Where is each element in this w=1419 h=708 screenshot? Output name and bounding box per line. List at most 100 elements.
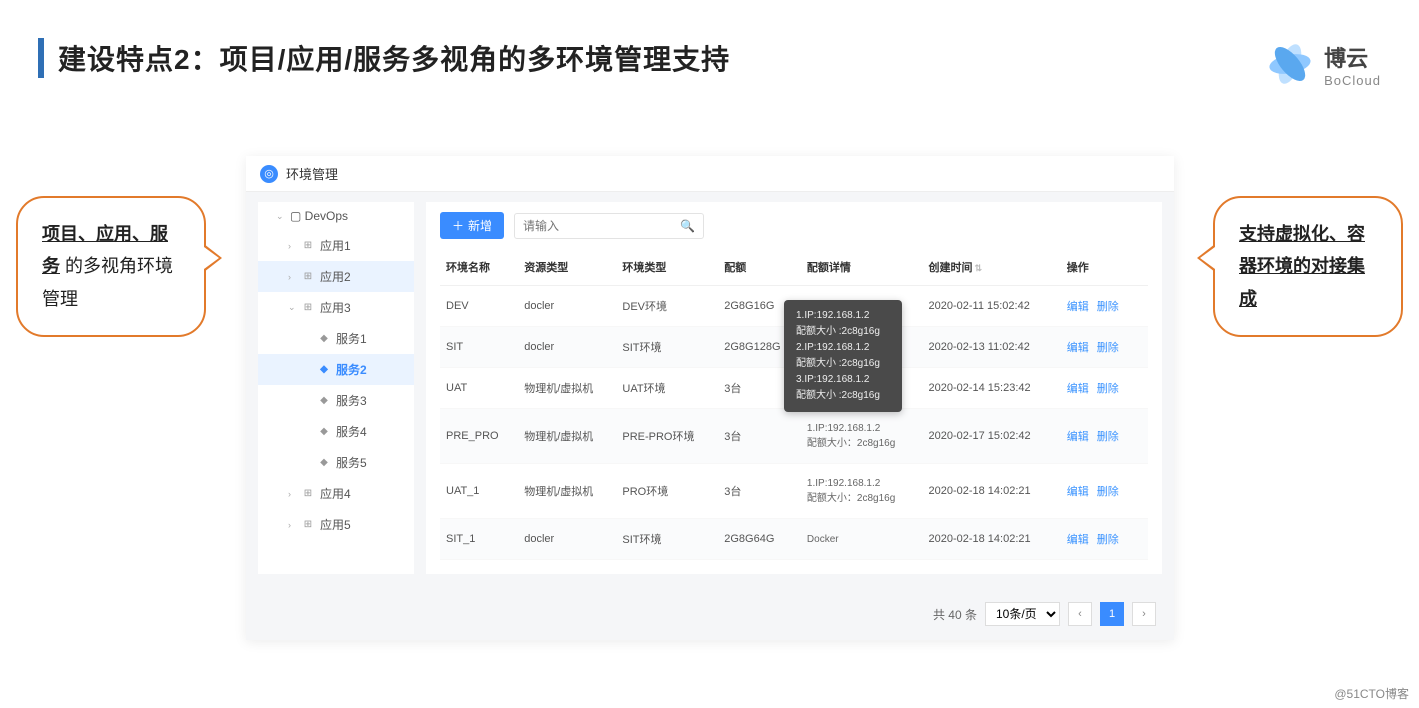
app-icon: ⊞: [302, 519, 314, 531]
column-header: 资源类型: [518, 249, 616, 286]
delete-link[interactable]: 删除: [1097, 342, 1119, 354]
callout-tail-icon: [1197, 244, 1215, 272]
cell-ops: 编辑删除: [1061, 409, 1148, 464]
tree-item[interactable]: ◆ 服务2: [258, 354, 414, 385]
tree-item-label: 应用5: [320, 516, 351, 533]
delete-link[interactable]: 删除: [1097, 431, 1119, 443]
delete-link[interactable]: 删除: [1097, 486, 1119, 498]
search-icon: 🔍: [680, 219, 695, 233]
app-header-title: 环境管理: [286, 164, 338, 183]
search-box[interactable]: 🔍: [514, 213, 704, 239]
column-header[interactable]: 创建时间⇅: [922, 249, 1060, 286]
caret-icon: ⌄: [276, 211, 284, 222]
cell-res: docler: [518, 519, 616, 560]
sort-icon: ⇅: [974, 263, 982, 273]
cell-ops: 编辑删除: [1061, 464, 1148, 519]
edit-link[interactable]: 编辑: [1067, 342, 1089, 354]
main-panel: ＋ 新增 🔍 环境名称资源类型环境类型配额配额详情创建时间⇅操作 DEVdocl…: [426, 202, 1162, 574]
cell-detail: Docker: [801, 519, 923, 560]
svc-icon: ◆: [318, 457, 330, 469]
callout-tail-icon: [204, 244, 222, 272]
pager-prev[interactable]: ‹: [1068, 602, 1092, 626]
logo-mark-icon: [1264, 38, 1316, 90]
cell-detail: 1.IP:192.168.1.2配额大小：2c8g16g: [801, 409, 923, 464]
title-accent: [38, 38, 44, 78]
plus-icon: ＋: [452, 217, 464, 234]
delete-link[interactable]: 删除: [1097, 383, 1119, 395]
cell-res: 物理机/虚拟机: [518, 464, 616, 519]
cell-env: PRE-PRO环境: [616, 409, 718, 464]
edit-link[interactable]: 编辑: [1067, 534, 1089, 546]
edit-link[interactable]: 编辑: [1067, 383, 1089, 395]
pager-total: 共 40 条: [933, 606, 977, 623]
delete-link[interactable]: 删除: [1097, 534, 1119, 546]
cell-res: 物理机/虚拟机: [518, 368, 616, 409]
tree-item[interactable]: ◆服务5: [258, 447, 414, 478]
svc-icon: ◆: [318, 395, 330, 407]
svc-icon: ◆: [318, 364, 330, 376]
cell-env: UAT环境: [616, 368, 718, 409]
tree-item-label: 服务4: [336, 423, 367, 440]
tree-item[interactable]: ›⊞应用1: [258, 230, 414, 261]
cell-ops: 编辑删除: [1061, 327, 1148, 368]
column-header: 环境类型: [616, 249, 718, 286]
watermark: @51CTO博客: [1334, 685, 1409, 702]
tree-item[interactable]: ◆服务1: [258, 323, 414, 354]
column-header: 配额详情: [801, 249, 923, 286]
tree-item[interactable]: ◆ 服务3: [258, 385, 414, 416]
tree-item[interactable]: ◆服务4: [258, 416, 414, 447]
cell-time: 2020-02-14 15:23:42: [922, 368, 1060, 409]
caret-icon: ›: [288, 489, 296, 499]
tree-item[interactable]: ›⊞应用4: [258, 478, 414, 509]
cell-quota: 3台: [718, 409, 801, 464]
logo-text-cn: 博云: [1324, 41, 1381, 73]
tree-item-label: 服务2: [336, 361, 367, 378]
cell-res: docler: [518, 286, 616, 327]
cell-name: UAT_1: [440, 464, 518, 519]
cell-name: PRE_PRO: [440, 409, 518, 464]
table-row: SIT_1doclerSIT环境2G8G64GDocker2020-02-18 …: [440, 519, 1148, 560]
search-input[interactable]: [523, 219, 680, 233]
app-icon: ⊞: [302, 271, 314, 283]
caret-icon: ›: [288, 241, 296, 251]
delete-link[interactable]: 删除: [1097, 301, 1119, 313]
table-row: PRE_PRO物理机/虚拟机PRE-PRO环境3台1.IP:192.168.1.…: [440, 409, 1148, 464]
column-header: 配额: [718, 249, 801, 286]
cell-detail: 1.IP:192.168.1.2配额大小：2c8g16g: [801, 464, 923, 519]
page-size-select[interactable]: 10条/页: [985, 602, 1060, 626]
cell-name: DEV: [440, 286, 518, 327]
module-icon: ◎: [260, 165, 278, 183]
tree-item-label: 应用1: [320, 237, 351, 254]
cell-res: 物理机/虚拟机: [518, 409, 616, 464]
tree-item[interactable]: ›⊞应用2: [258, 261, 414, 292]
new-button[interactable]: ＋ 新增: [440, 212, 504, 239]
app-window: ◎ 环境管理 ⌄ ▢ DevOps ›⊞应用1›⊞应用2⌄⊞应用3◆服务1◆服务…: [246, 156, 1174, 640]
tree-item-label: 服务3: [336, 392, 367, 409]
pager-next[interactable]: ›: [1132, 602, 1156, 626]
callout-right-bold: 支持虚拟化、容器环境的对接集成: [1239, 224, 1365, 309]
tree-root[interactable]: ⌄ ▢ DevOps: [258, 202, 414, 230]
cell-ops: 编辑删除: [1061, 368, 1148, 409]
cell-time: 2020-02-18 14:02:21: [922, 464, 1060, 519]
column-header: 操作: [1061, 249, 1148, 286]
edit-link[interactable]: 编辑: [1067, 301, 1089, 313]
cell-env: PRO环境: [616, 464, 718, 519]
svc-icon: ◆: [318, 333, 330, 345]
callout-left: 项目、应用、服务 的多视角环境管理: [16, 196, 206, 337]
cell-quota: 3台: [718, 464, 801, 519]
pager-page-1[interactable]: 1: [1100, 602, 1124, 626]
cell-ops: 编辑删除: [1061, 519, 1148, 560]
cell-name: SIT_1: [440, 519, 518, 560]
cell-time: 2020-02-11 15:02:42: [922, 286, 1060, 327]
cell-name: UAT: [440, 368, 518, 409]
tree-item[interactable]: ›⊞应用5: [258, 509, 414, 540]
cell-ops: 编辑删除: [1061, 286, 1148, 327]
edit-link[interactable]: 编辑: [1067, 486, 1089, 498]
tree-item[interactable]: ⌄⊞应用3: [258, 292, 414, 323]
tree-root-label: ▢ DevOps: [290, 209, 348, 223]
toolbar: ＋ 新增 🔍: [440, 212, 1148, 239]
brand-logo: 博云 BoCloud: [1264, 38, 1381, 90]
cell-time: 2020-02-13 11:02:42: [922, 327, 1060, 368]
edit-link[interactable]: 编辑: [1067, 431, 1089, 443]
cell-res: docler: [518, 327, 616, 368]
